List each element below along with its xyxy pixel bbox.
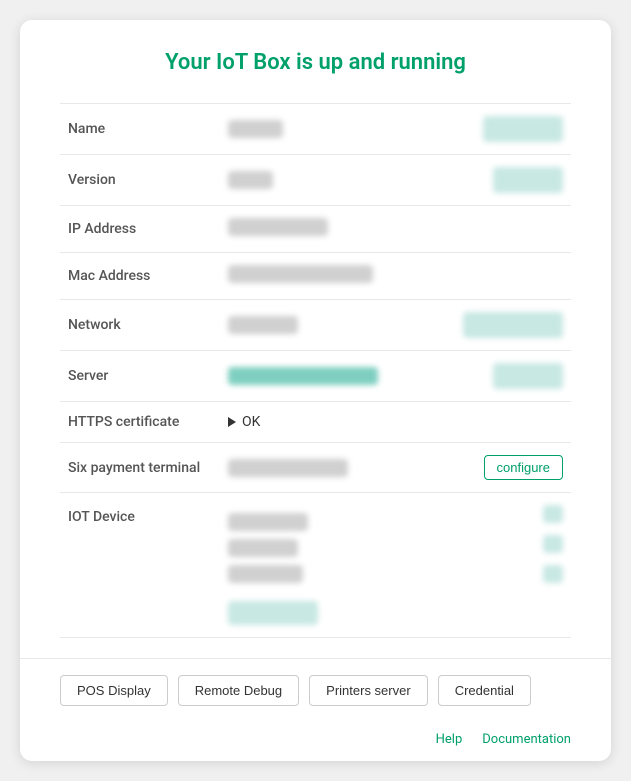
printers-server-button[interactable]: Printers server <box>309 675 428 706</box>
iot-box-card: Your IoT Box is up and running Name Vers… <box>20 20 611 761</box>
name-action-blur <box>483 116 563 142</box>
iot-device-2 <box>228 539 298 557</box>
version-value-blur <box>228 171 273 189</box>
iot-icon-2 <box>543 535 563 553</box>
iot-bottom-btn-blur <box>228 601 318 625</box>
ip-value-cell <box>220 206 571 253</box>
page-title: Your IoT Box is up and running <box>60 50 571 75</box>
footer-links: Help Documentation <box>20 722 611 761</box>
version-label: Version <box>60 155 220 206</box>
network-row: Network <box>60 300 571 351</box>
six-payment-row: Six payment terminal configure <box>60 443 571 493</box>
https-status: OK <box>242 414 260 430</box>
footer-buttons: POS Display Remote Debug Printers server… <box>20 658 611 722</box>
iot-device-list <box>228 505 318 625</box>
network-value-blur <box>228 316 298 334</box>
iot-icons-column <box>543 505 563 583</box>
configure-button[interactable]: configure <box>484 455 563 480</box>
name-value-blur <box>228 120 283 138</box>
name-label: Name <box>60 104 220 155</box>
iot-value-cell <box>220 493 571 638</box>
server-value-cell <box>220 351 571 402</box>
version-row: Version <box>60 155 571 206</box>
https-triangle-icon <box>228 417 236 427</box>
mac-value-cell <box>220 253 571 300</box>
pos-display-button[interactable]: POS Display <box>60 675 168 706</box>
six-value-blur <box>228 459 348 477</box>
iot-device-row: IOT Device <box>60 493 571 638</box>
version-action-blur <box>493 167 563 193</box>
mac-label: Mac Address <box>60 253 220 300</box>
ip-row: IP Address <box>60 206 571 253</box>
remote-debug-button[interactable]: Remote Debug <box>178 675 299 706</box>
ip-label: IP Address <box>60 206 220 253</box>
https-label: HTTPS certificate <box>60 402 220 443</box>
network-value-cell <box>220 300 571 351</box>
iot-device-3 <box>228 565 303 583</box>
help-link[interactable]: Help <box>436 732 463 747</box>
iot-device-1 <box>228 513 308 531</box>
version-value-cell <box>220 155 571 206</box>
six-label: Six payment terminal <box>60 443 220 493</box>
name-value-cell <box>220 104 571 155</box>
documentation-link[interactable]: Documentation <box>482 732 571 747</box>
six-value-cell: configure <box>220 443 571 493</box>
network-action-blur <box>463 312 563 338</box>
card-body: Your IoT Box is up and running Name Vers… <box>20 20 611 658</box>
info-table: Name Version <box>60 103 571 638</box>
network-label: Network <box>60 300 220 351</box>
server-label: Server <box>60 351 220 402</box>
mac-value-blur <box>228 265 373 283</box>
name-row: Name <box>60 104 571 155</box>
iot-label: IOT Device <box>60 493 220 638</box>
server-action-blur <box>493 363 563 389</box>
https-row: HTTPS certificate OK <box>60 402 571 443</box>
iot-icon-1 <box>543 505 563 523</box>
iot-icon-3 <box>543 565 563 583</box>
server-value-blur <box>228 367 378 385</box>
ip-value-blur <box>228 218 328 236</box>
credential-button[interactable]: Credential <box>438 675 531 706</box>
https-value-cell: OK <box>220 402 571 443</box>
mac-row: Mac Address <box>60 253 571 300</box>
server-row: Server <box>60 351 571 402</box>
